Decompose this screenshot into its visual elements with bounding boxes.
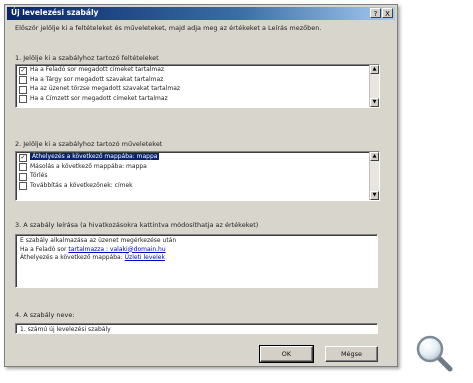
- action-item-label: Másolás a következő mappába: mappa: [30, 162, 147, 170]
- conditions-label: 1. Jelölje ki a szabályhoz tartozó felté…: [15, 54, 159, 62]
- dialog-title: Új levelezési szabály: [11, 8, 99, 17]
- help-button[interactable]: ?: [370, 8, 381, 18]
- action-item-label: Áthelyezés a következő mappába: mappa: [30, 153, 160, 160]
- checkbox[interactable]: ✓: [19, 66, 27, 75]
- intro-text: Először jelölje ki a feltételeket és műv…: [15, 24, 322, 32]
- rule-name-label: 4. A szabály neve:: [15, 311, 75, 319]
- scroll-up-icon[interactable]: ▲: [370, 65, 379, 74]
- scroll-down-icon[interactable]: ▼: [370, 98, 379, 107]
- conditions-list[interactable]: ✓ Ha a Feladó sor megadott címeket tartal…: [15, 64, 380, 108]
- rule-description: E szabály alkalmazása az üzenet megérkez…: [15, 234, 378, 288]
- condition-item[interactable]: Ha a Címzett sor megadott címeket tartal…: [16, 94, 379, 103]
- sender-address-link[interactable]: tartalmazza : valaki@domain.hu: [68, 246, 165, 253]
- condition-item[interactable]: ✓ Ha a Feladó sor megadott címeket tartal…: [16, 65, 379, 75]
- action-item[interactable]: Törlés: [16, 171, 379, 181]
- ok-button[interactable]: OK: [259, 345, 314, 363]
- checkbox[interactable]: [19, 85, 27, 94]
- checkbox[interactable]: ✓: [19, 153, 27, 162]
- rule-name-input[interactable]: 1. számú új levelezési szabály: [15, 323, 378, 334]
- condition-item[interactable]: Ha az üzenet törzse megadott szavakat ta…: [16, 84, 379, 94]
- magnifier-icon[interactable]: [414, 333, 454, 373]
- condition-item-label: Ha az üzenet törzse megadott szavakat ta…: [30, 85, 181, 92]
- actions-label: 2. Jelölje ki a szabályhoz tartozó művel…: [15, 140, 163, 148]
- title-bar: Új levelezési szabály ? X: [7, 7, 395, 20]
- scroll-down-icon[interactable]: ▼: [370, 191, 379, 200]
- condition-item[interactable]: Ha a Tárgy sor megadott szavakat tartalm…: [16, 75, 379, 84]
- description-label: 3. A szabály leírása (a hivatkozásokra k…: [15, 221, 259, 229]
- checkbox[interactable]: [19, 172, 27, 181]
- scroll-up-icon[interactable]: ▲: [370, 152, 379, 161]
- condition-item-label: Ha a Címzett sor megadott címeket tartal…: [30, 94, 168, 102]
- new-mail-rule-dialog: Új levelezési szabály ? X Először jelölj…: [4, 4, 398, 367]
- action-item-label: Törlés: [30, 172, 48, 179]
- action-item[interactable]: Továbbítás a következőnek: címek: [16, 181, 379, 190]
- description-line: E szabály alkalmazása az üzenet megérkez…: [20, 237, 177, 244]
- checkbox[interactable]: [19, 163, 27, 171]
- condition-item-label: Ha a Feladó sor megadott címeket tartalm…: [30, 66, 165, 73]
- checkbox[interactable]: [19, 182, 27, 190]
- actions-list[interactable]: ✓ Áthelyezés a következő mappába: mappa Má…: [15, 151, 380, 201]
- checkbox[interactable]: [19, 95, 27, 103]
- cancel-button[interactable]: Mégse: [325, 346, 378, 362]
- action-item-label: Továbbítás a következőnek: címek: [30, 181, 133, 189]
- description-text: Áthelyezés a következő mappába:: [20, 254, 125, 261]
- condition-item-label: Ha a Tárgy sor megadott szavakat tartalm…: [30, 75, 164, 83]
- description-text: Ha a Feladó sor: [20, 245, 69, 253]
- target-folder-link[interactable]: Üzleti levelek: [125, 254, 165, 261]
- checkbox[interactable]: [19, 76, 27, 84]
- action-item[interactable]: ✓ Áthelyezés a következő mappába: mappa: [16, 152, 379, 162]
- close-button[interactable]: X: [382, 8, 393, 18]
- actions-scrollbar[interactable]: ▲ ▼: [369, 152, 379, 200]
- action-item[interactable]: Másolás a következő mappába: mappa: [16, 162, 379, 171]
- conditions-scrollbar[interactable]: ▲ ▼: [369, 65, 379, 107]
